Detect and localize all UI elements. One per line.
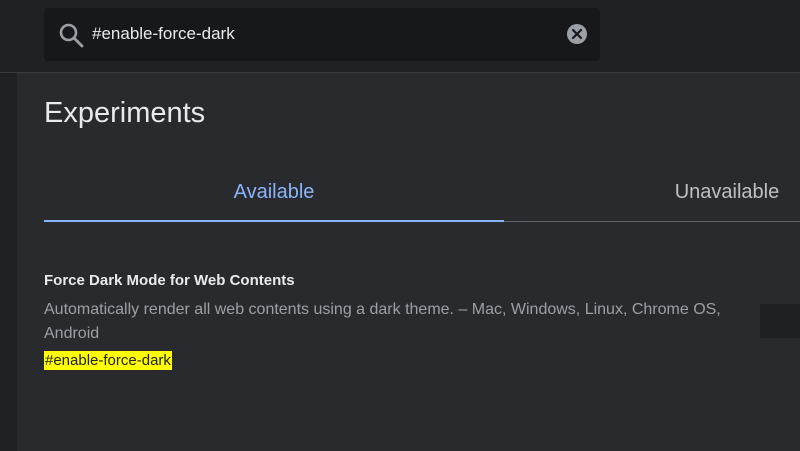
page-title: Experiments	[44, 97, 206, 129]
tab-available[interactable]: Available	[44, 163, 504, 221]
tab-unavailable[interactable]: Unavailable	[504, 163, 800, 221]
top-bar	[0, 0, 800, 73]
experiment-description: Automatically render all web contents us…	[44, 301, 721, 342]
experiment-state-select[interactable]	[760, 304, 800, 338]
experiment-title: Force Dark Mode for Web Contents	[44, 272, 295, 289]
tab-label: Unavailable	[674, 180, 780, 203]
close-circle-icon[interactable]	[566, 23, 588, 45]
search-icon	[59, 23, 84, 48]
search-input[interactable]	[92, 18, 552, 50]
experiment-link[interactable]: #enable-force-dark	[44, 351, 172, 370]
tab-selected-indicator	[44, 220, 504, 222]
search-box[interactable]	[44, 8, 600, 61]
left-strip	[0, 73, 17, 451]
tab-label: Available	[233, 180, 315, 203]
